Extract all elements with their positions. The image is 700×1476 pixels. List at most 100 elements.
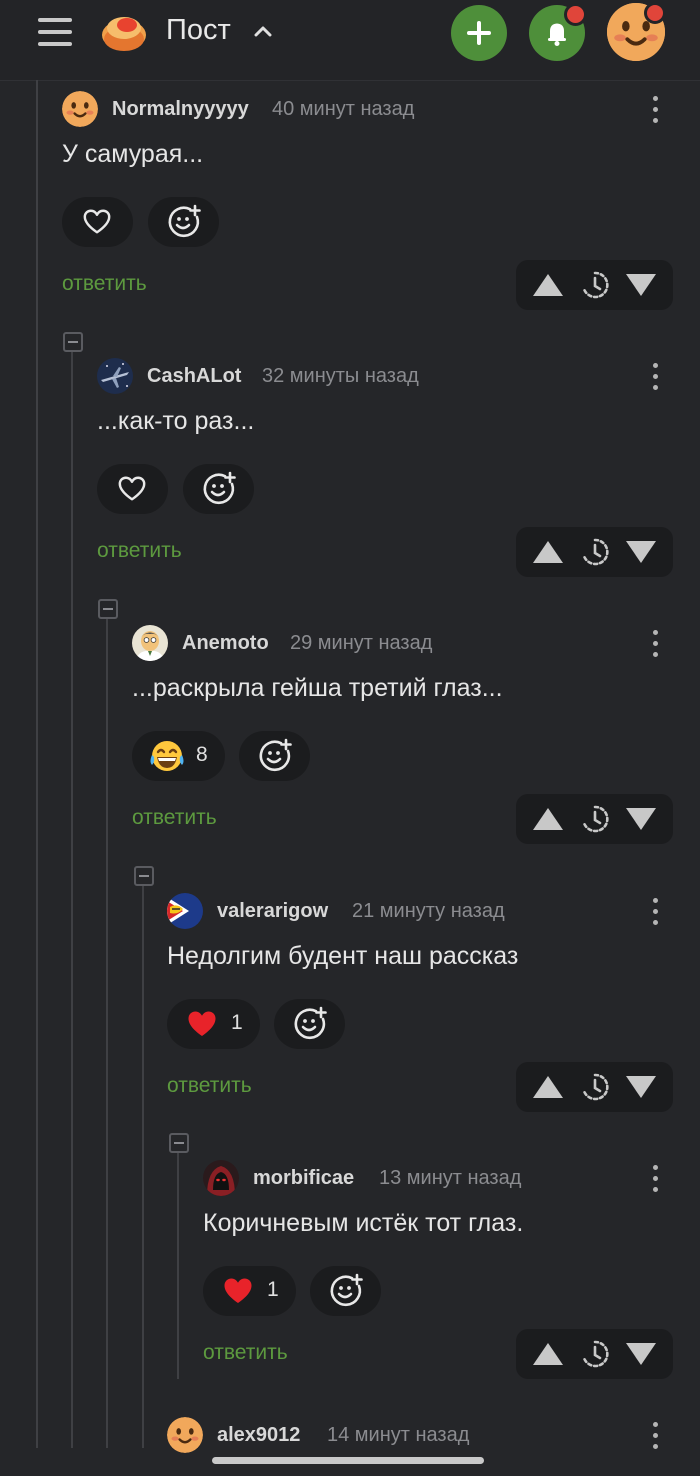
like-button[interactable]: 1 bbox=[203, 1266, 296, 1316]
comment-time: 32 минуты назад bbox=[262, 365, 419, 387]
reaction-count: 1 bbox=[231, 1011, 243, 1034]
reply-button[interactable]: ответить bbox=[97, 539, 182, 563]
comment-text: ...раскрыла гейша третий глаз... bbox=[132, 674, 503, 702]
heart-outline-icon bbox=[116, 474, 148, 504]
comment: valerarigow 21 минуту назад Недолгим буд… bbox=[167, 884, 700, 1154]
add-reaction-button[interactable] bbox=[274, 999, 345, 1049]
add-reaction-icon bbox=[166, 204, 202, 240]
heart-filled-icon bbox=[185, 1008, 219, 1040]
reply-button[interactable]: ответить bbox=[132, 806, 217, 830]
profile-badge bbox=[644, 2, 666, 24]
like-button[interactable] bbox=[97, 464, 168, 514]
avatar[interactable] bbox=[97, 358, 133, 394]
comment-author[interactable]: alex9012 bbox=[217, 1424, 300, 1447]
plus-icon bbox=[467, 21, 491, 45]
more-options-icon[interactable] bbox=[650, 361, 660, 393]
comment: Anemoto 29 минут назад ...раскрыла гейша… bbox=[132, 616, 700, 886]
comment-text: Коричневым истёк тот глаз. bbox=[203, 1209, 524, 1237]
comment-text: У самурая... bbox=[62, 140, 204, 168]
comment-time: 21 минуту назад bbox=[352, 900, 505, 922]
reply-button[interactable]: ответить bbox=[62, 272, 147, 296]
comment-author[interactable]: Normalnyyyyy bbox=[112, 98, 249, 121]
add-reaction-icon bbox=[328, 1273, 364, 1309]
thread-line-2 bbox=[106, 617, 108, 1448]
vote-panel bbox=[516, 794, 673, 844]
laugh-reaction-button[interactable]: 8 bbox=[132, 731, 225, 781]
downvote-icon[interactable] bbox=[624, 1070, 658, 1104]
upvote-icon[interactable] bbox=[531, 1337, 565, 1371]
comment-time: 13 минут назад bbox=[379, 1167, 522, 1189]
app-header: Пост bbox=[0, 0, 700, 81]
avatar[interactable] bbox=[62, 91, 98, 127]
avatar[interactable] bbox=[167, 893, 203, 929]
comment: Normalnyyyyy 40 минут назад У самурая...… bbox=[62, 82, 700, 352]
downvote-icon[interactable] bbox=[624, 802, 658, 836]
comment-author[interactable]: morbificae bbox=[253, 1167, 354, 1190]
reply-button[interactable]: ответить bbox=[203, 1341, 288, 1365]
avatar[interactable] bbox=[203, 1160, 239, 1196]
reply-button[interactable]: ответить bbox=[167, 1074, 252, 1098]
comment-author[interactable]: CashALot bbox=[147, 365, 241, 388]
notifications-button[interactable] bbox=[529, 3, 587, 61]
clock-icon[interactable] bbox=[578, 268, 612, 302]
airplane-avatar-icon bbox=[97, 358, 133, 394]
more-options-icon[interactable] bbox=[650, 1163, 660, 1195]
avatar[interactable] bbox=[167, 1417, 203, 1453]
pikabu-logo-icon[interactable] bbox=[100, 10, 148, 54]
clock-icon[interactable] bbox=[578, 535, 612, 569]
thread-line-4 bbox=[177, 1151, 179, 1379]
user-avatar[interactable] bbox=[607, 3, 665, 61]
vote-panel bbox=[516, 1329, 673, 1379]
add-reaction-icon bbox=[201, 471, 237, 507]
comment-time: 14 минут назад bbox=[327, 1424, 470, 1446]
more-options-icon[interactable] bbox=[650, 628, 660, 660]
clock-icon[interactable] bbox=[578, 1337, 612, 1371]
downvote-icon[interactable] bbox=[624, 268, 658, 302]
chevron-up-icon[interactable] bbox=[252, 20, 274, 42]
clock-icon[interactable] bbox=[578, 802, 612, 836]
heart-outline-icon bbox=[81, 207, 113, 237]
home-indicator[interactable] bbox=[212, 1457, 484, 1464]
add-reaction-button[interactable] bbox=[310, 1266, 381, 1316]
more-options-icon[interactable] bbox=[650, 1420, 660, 1452]
page-title[interactable]: Пост bbox=[166, 14, 231, 47]
thread-line-1 bbox=[71, 350, 73, 1448]
like-button[interactable]: 1 bbox=[167, 999, 260, 1049]
hooded-avatar-icon bbox=[203, 1160, 239, 1196]
smiley-avatar-icon bbox=[62, 91, 98, 127]
add-reaction-icon bbox=[257, 738, 293, 774]
add-reaction-button[interactable] bbox=[183, 464, 254, 514]
thread-line-0 bbox=[36, 80, 38, 1448]
add-reaction-icon bbox=[292, 1006, 328, 1042]
more-options-icon[interactable] bbox=[650, 896, 660, 928]
clock-icon[interactable] bbox=[578, 1070, 612, 1104]
upvote-icon[interactable] bbox=[531, 802, 565, 836]
upvote-icon[interactable] bbox=[531, 535, 565, 569]
add-reaction-button[interactable] bbox=[239, 731, 310, 781]
cartoon-avatar-icon bbox=[132, 625, 168, 661]
comment-time: 40 минут назад bbox=[272, 98, 415, 120]
upvote-icon[interactable] bbox=[531, 1070, 565, 1104]
more-options-icon[interactable] bbox=[650, 94, 660, 126]
vote-panel bbox=[516, 260, 673, 310]
comment-text: Недолгим будент наш рассказ bbox=[167, 942, 519, 970]
comment-time: 29 минут назад bbox=[290, 632, 433, 654]
downvote-icon[interactable] bbox=[624, 1337, 658, 1371]
notification-badge bbox=[564, 3, 587, 26]
menu-icon[interactable] bbox=[38, 16, 74, 48]
vote-panel bbox=[516, 527, 673, 577]
comment-author[interactable]: Anemoto bbox=[182, 632, 269, 655]
heart-filled-icon bbox=[221, 1275, 255, 1307]
like-button[interactable] bbox=[62, 197, 133, 247]
comment-text: ...как-то раз... bbox=[97, 407, 255, 435]
add-reaction-button[interactable] bbox=[148, 197, 219, 247]
comment: CashALot 32 минуты назад ...как-то раз..… bbox=[97, 349, 700, 619]
avatar[interactable] bbox=[132, 625, 168, 661]
flag-avatar-icon bbox=[167, 893, 203, 929]
comment-author[interactable]: valerarigow bbox=[217, 900, 328, 923]
add-post-button[interactable] bbox=[451, 5, 507, 61]
reaction-count: 1 bbox=[267, 1278, 279, 1301]
downvote-icon[interactable] bbox=[624, 535, 658, 569]
upvote-icon[interactable] bbox=[531, 268, 565, 302]
thread-line-3 bbox=[142, 884, 144, 1448]
